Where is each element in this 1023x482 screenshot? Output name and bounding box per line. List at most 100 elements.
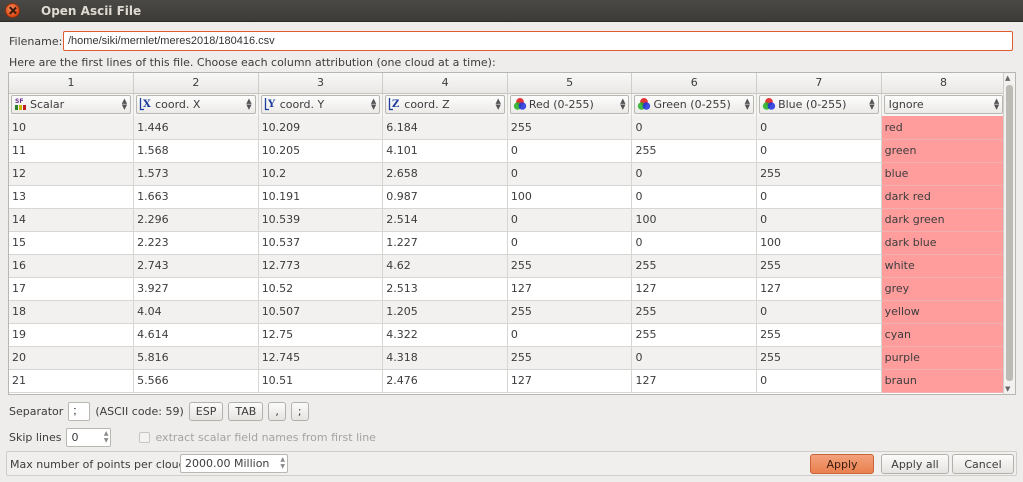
table-cell[interactable]: 4.101 (382, 139, 508, 163)
table-cell[interactable]: 255 (507, 346, 633, 370)
table-cell[interactable]: 10.209 (258, 116, 384, 140)
table-cell[interactable]: white (881, 254, 1007, 278)
table-cell[interactable]: 16 (9, 254, 135, 278)
table-cell[interactable]: 2.658 (382, 162, 508, 186)
table-cell[interactable]: 255 (756, 254, 882, 278)
attribution-select-col-6[interactable]: Green (0-255) ▲ ▼ (634, 95, 755, 115)
attribution-select-col-1[interactable]: SF Scalar ▲ ▼ (11, 95, 132, 115)
table-cell[interactable]: 2.476 (382, 369, 508, 393)
table-cell[interactable]: 0 (756, 369, 882, 393)
table-cell[interactable]: 5.816 (133, 346, 259, 370)
separator-tab-button[interactable]: TAB (228, 401, 264, 421)
table-cell[interactable]: 0 (507, 162, 633, 186)
separator-comma-button[interactable]: , (268, 401, 286, 421)
table-cell[interactable]: 1.663 (133, 185, 259, 209)
table-cell[interactable]: 0 (631, 116, 758, 140)
table-cell[interactable]: 11 (9, 139, 135, 163)
table-cell[interactable]: grey (881, 277, 1007, 301)
table-cell[interactable]: 1.205 (382, 300, 508, 324)
table-cell[interactable]: 21 (9, 369, 135, 393)
table-cell[interactable]: 255 (756, 323, 882, 347)
table-cell[interactable]: 1.573 (133, 162, 259, 186)
table-cell[interactable]: 255 (756, 346, 882, 370)
filename-field[interactable] (63, 31, 1013, 51)
table-cell[interactable]: 15 (9, 231, 135, 255)
table-cell[interactable]: 255 (507, 300, 633, 324)
table-cell[interactable]: 10.52 (258, 277, 384, 301)
table-cell[interactable]: 2.296 (133, 208, 259, 232)
table-cell[interactable]: 12.75 (258, 323, 384, 347)
close-icon[interactable] (5, 3, 20, 18)
table-cell[interactable]: 4.318 (382, 346, 508, 370)
max-points-spinbox[interactable]: 2000.00 Million ▲ ▼ (180, 454, 288, 473)
table-cell[interactable]: 10.537 (258, 231, 384, 255)
apply-button[interactable]: Apply (810, 454, 874, 474)
table-cell[interactable]: 10.507 (258, 300, 384, 324)
scroll-up-icon[interactable]: ▲ (1005, 74, 1010, 82)
table-cell[interactable]: 1.568 (133, 139, 259, 163)
table-cell[interactable]: 255 (507, 254, 633, 278)
table-cell[interactable]: dark blue (881, 231, 1007, 255)
table-cell[interactable]: 0 (631, 162, 758, 186)
table-cell[interactable]: 255 (631, 139, 758, 163)
table-cell[interactable]: 10.51 (258, 369, 384, 393)
table-cell[interactable]: 0 (507, 208, 633, 232)
table-cell[interactable]: 13 (9, 185, 135, 209)
attribution-select-col-8[interactable]: Ignore ▲ ▼ (883, 95, 1004, 115)
scroll-thumb[interactable] (1006, 85, 1013, 381)
table-cell[interactable]: blue (881, 162, 1007, 186)
table-cell[interactable]: 12.773 (258, 254, 384, 278)
table-cell[interactable]: dark green (881, 208, 1007, 232)
table-cell[interactable]: 2.513 (382, 277, 508, 301)
table-cell[interactable]: 10.539 (258, 208, 384, 232)
table-cell[interactable]: 127 (756, 277, 882, 301)
table-cell[interactable]: 4.62 (382, 254, 508, 278)
table-cell[interactable]: 12.745 (258, 346, 384, 370)
table-cell[interactable]: 0 (631, 185, 758, 209)
spin-arrows-icon[interactable]: ▲ ▼ (280, 456, 285, 470)
table-cell[interactable]: 2.223 (133, 231, 259, 255)
table-cell[interactable]: 10.205 (258, 139, 384, 163)
table-cell[interactable]: 5.566 (133, 369, 259, 393)
table-cell[interactable]: 10.191 (258, 185, 384, 209)
table-cell[interactable]: 127 (631, 277, 758, 301)
table-cell[interactable]: green (881, 139, 1007, 163)
table-cell[interactable]: 100 (631, 208, 758, 232)
table-cell[interactable]: 0 (756, 139, 882, 163)
table-cell[interactable]: 0 (756, 185, 882, 209)
table-cell[interactable]: 1.227 (382, 231, 508, 255)
table-cell[interactable]: 12 (9, 162, 135, 186)
table-cell[interactable]: 127 (631, 369, 758, 393)
table-cell[interactable]: 127 (507, 277, 633, 301)
separator-semicolon-button[interactable]: ; (290, 401, 309, 421)
table-cell[interactable]: 2.743 (133, 254, 259, 278)
skip-lines-spinbox[interactable]: 0 ▲ ▼ (66, 427, 112, 447)
table-cell[interactable]: 100 (507, 185, 633, 209)
spin-arrows-icon[interactable]: ▲ ▼ (104, 430, 109, 444)
table-cell[interactable]: 3.927 (133, 277, 259, 301)
vertical-scrollbar[interactable]: ▲ ▼ (1003, 73, 1015, 394)
cancel-button[interactable]: Cancel (952, 454, 1014, 474)
preview-table[interactable]: 12345678 SF Scalar ▲ ▼ Xcoord. X ▲ ▼ Ycoord. Y ▲… (8, 72, 1016, 395)
table-cell[interactable]: 4.322 (382, 323, 508, 347)
table-cell[interactable]: 2.514 (382, 208, 508, 232)
table-cell[interactable]: 19 (9, 323, 135, 347)
table-cell[interactable]: 14 (9, 208, 135, 232)
table-cell[interactable]: 0 (507, 231, 633, 255)
attribution-select-col-3[interactable]: Ycoord. Y ▲ ▼ (260, 95, 381, 115)
table-cell[interactable]: cyan (881, 323, 1007, 347)
table-cell[interactable]: yellow (881, 300, 1007, 324)
table-cell[interactable]: 10.2 (258, 162, 384, 186)
table-cell[interactable]: 1.446 (133, 116, 259, 140)
table-cell[interactable]: 255 (631, 323, 758, 347)
table-cell[interactable]: dark red (881, 185, 1007, 209)
table-cell[interactable]: 10 (9, 116, 135, 140)
table-cell[interactable]: 4.614 (133, 323, 259, 347)
table-cell[interactable]: 0 (756, 300, 882, 324)
table-cell[interactable]: 18 (9, 300, 135, 324)
table-cell[interactable]: 0 (756, 208, 882, 232)
table-cell[interactable]: 255 (756, 162, 882, 186)
table-cell[interactable]: 0 (631, 346, 758, 370)
table-cell[interactable]: 17 (9, 277, 135, 301)
table-cell[interactable]: 100 (756, 231, 882, 255)
